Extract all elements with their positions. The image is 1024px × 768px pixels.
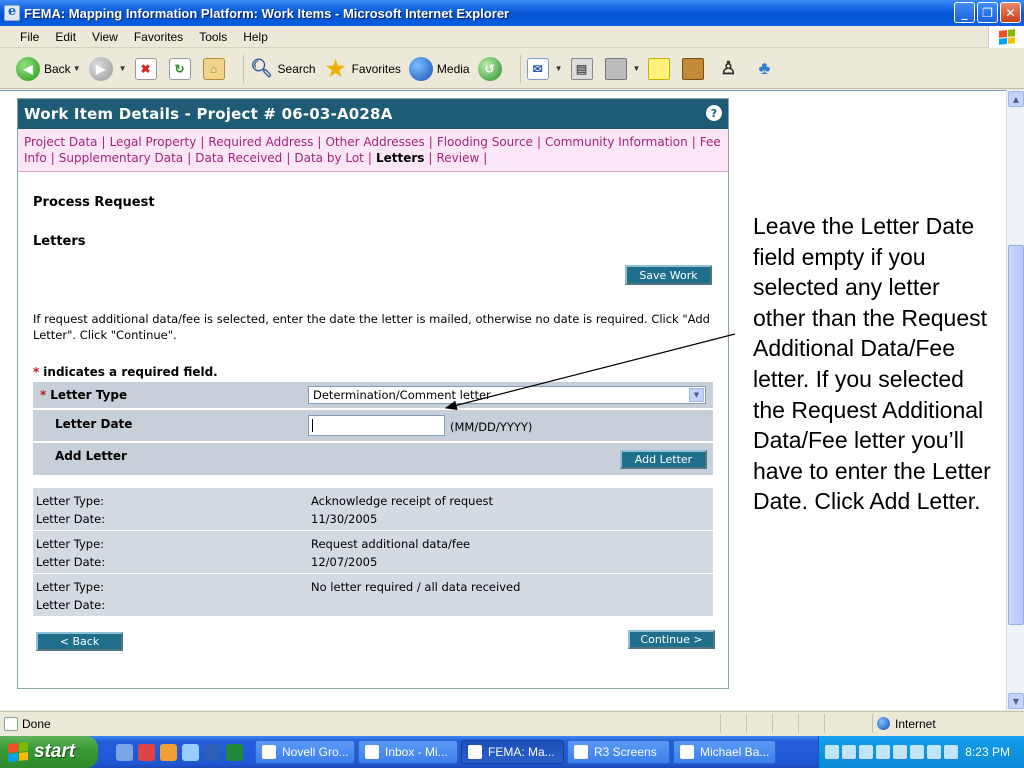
taskbar-button-label: FEMA: Ma... [488, 745, 555, 759]
security-zone: Internet [872, 714, 936, 733]
system-tray: 8:23 PM [818, 736, 1024, 768]
tray-icon[interactable] [859, 745, 873, 759]
taskbar: start Novell Gro... Inbox - Mi... FEMA: Ma… [0, 736, 1024, 768]
windows-flag-icon [8, 741, 28, 763]
page-status-icon [4, 716, 18, 731]
status-cells [720, 714, 872, 733]
tray-icon[interactable] [910, 745, 924, 759]
task-app-icon [262, 745, 276, 759]
tray-icon[interactable] [927, 745, 941, 759]
start-button[interactable]: start [0, 736, 98, 768]
taskbar-button[interactable]: Inbox - Mi... [358, 740, 458, 764]
tray-icons [825, 745, 958, 759]
taskbar-button[interactable]: FEMA: Ma... [461, 740, 564, 764]
excel-icon[interactable] [226, 743, 243, 761]
internet-zone-icon [877, 717, 890, 730]
desktop-icon[interactable] [116, 743, 133, 761]
taskbar-button[interactable]: Michael Ba... [673, 740, 776, 764]
taskbar-button-label: Michael Ba... [700, 745, 770, 759]
taskbar-button-label: Inbox - Mi... [385, 745, 448, 759]
ie-icon[interactable] [182, 743, 199, 761]
taskbar-button-label: R3 Screens [594, 745, 657, 759]
app-icon[interactable] [160, 743, 177, 761]
start-label: start [34, 741, 76, 762]
task-buttons: Novell Gro... Inbox - Mi... FEMA: Ma... R3 … [255, 740, 776, 764]
word-icon[interactable] [204, 743, 221, 761]
tray-icon[interactable] [825, 745, 839, 759]
quick-launch [116, 743, 243, 761]
instruction-annotation: Leave the Letter Date field empty if you… [753, 213, 991, 515]
tray-icon[interactable] [893, 745, 907, 759]
task-app-icon [468, 745, 482, 759]
app-icon[interactable] [138, 743, 155, 761]
zone-text: Internet [895, 716, 936, 731]
clock: 8:23 PM [965, 745, 1010, 759]
taskbar-button[interactable]: Novell Gro... [255, 740, 355, 764]
tray-icon[interactable] [944, 745, 958, 759]
task-app-icon [680, 745, 694, 759]
status-text: Done [22, 716, 51, 731]
status-bar: Done Internet [0, 711, 1024, 735]
tray-icon[interactable] [876, 745, 890, 759]
taskbar-button[interactable]: R3 Screens [567, 740, 670, 764]
tray-icon[interactable] [842, 745, 856, 759]
task-app-icon [574, 745, 588, 759]
task-app-icon [365, 745, 379, 759]
taskbar-button-label: Novell Gro... [282, 745, 349, 759]
